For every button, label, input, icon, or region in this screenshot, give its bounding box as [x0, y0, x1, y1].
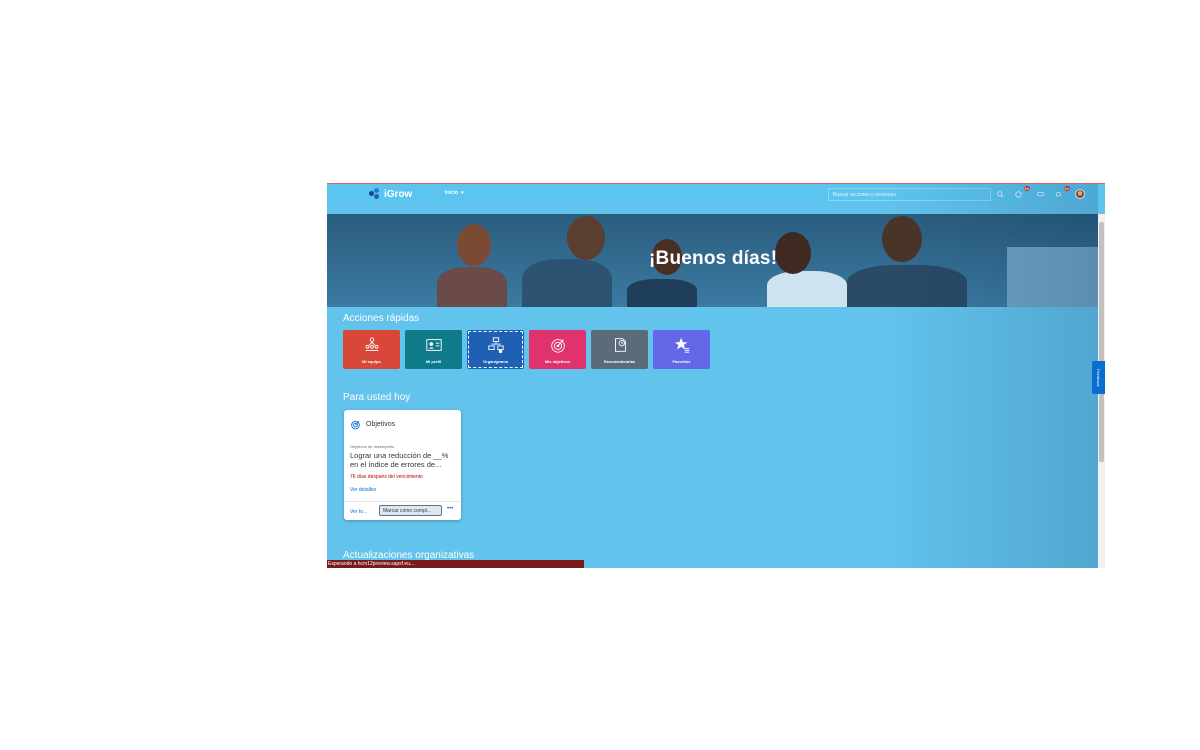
quick-action-my-goals[interactable]: Mis objetivos — [529, 330, 586, 369]
bell-icon[interactable]: 54 — [1053, 186, 1070, 199]
quick-action-label: Organigrama — [483, 358, 508, 364]
approvals-badge: 54 — [1023, 186, 1030, 191]
feedback-tab[interactable]: Feedback — [1092, 361, 1105, 394]
card-title: Objetivos — [366, 421, 396, 428]
quick-action-org-chart[interactable]: Organigrama — [467, 330, 524, 369]
greeting-title: ¡Buenos días! — [649, 248, 778, 269]
quick-action-label: Reconsiderarlas — [603, 358, 636, 364]
quick-action-favorites[interactable]: Favoritos — [653, 330, 710, 369]
target-icon — [550, 338, 565, 353]
quick-action-reconsider[interactable]: Reconsiderarlas — [591, 330, 648, 369]
browser-status-bar: Esperando a hcm12preview.sapsf.eu... — [327, 560, 584, 568]
quick-action-label: Mi perfil — [425, 358, 442, 364]
more-options-icon[interactable]: ••• — [447, 506, 453, 512]
scrollbar-thumb[interactable] — [1099, 222, 1104, 462]
chevron-down-icon: ▾ — [461, 190, 464, 196]
search-input[interactable]: Buscar acciones o personas — [828, 188, 991, 201]
approvals-icon[interactable]: 54 — [1013, 186, 1030, 199]
card-subtitle: Objetivos de desempeño — [350, 444, 395, 449]
user-avatar[interactable] — [1075, 189, 1085, 199]
quick-action-label: Favoritos — [672, 358, 691, 364]
card-header: Objetivos — [350, 419, 395, 430]
home-nav-label: Inicio — [445, 190, 459, 196]
app-window: iGrow Inicio ▾ Buscar acciones o persona… — [327, 183, 1105, 568]
goals-card[interactable]: Objetivos Objetivos de desempeño Lograr … — [344, 410, 461, 520]
profile-card-icon — [425, 338, 442, 351]
quick-action-my-profile[interactable]: Mi perfil — [405, 330, 462, 369]
overdue-status: 76 días después del vencimiento — [350, 474, 423, 480]
see-all-link[interactable]: Ver to... — [350, 509, 367, 515]
igrow-logo[interactable]: iGrow — [369, 187, 412, 201]
favorites-icon — [674, 337, 689, 353]
hero-banner: ¡Buenos días! — [327, 214, 1098, 307]
search-placeholder: Buscar acciones o personas — [833, 192, 896, 198]
goal-text: Lograr una reducción de __% en el índice… — [350, 451, 449, 469]
see-details-link[interactable]: Ver detalles — [350, 487, 376, 493]
logo-mark-icon — [369, 188, 381, 200]
for-you-today-title: Para usted hoy — [343, 392, 411, 403]
logo-text: iGrow — [384, 188, 413, 200]
notifications-badge: 54 — [1063, 186, 1070, 191]
home-nav-menu[interactable]: Inicio ▾ — [445, 190, 464, 196]
top-bar: iGrow Inicio ▾ Buscar acciones o persona… — [327, 184, 1105, 204]
org-chart-icon — [487, 336, 504, 353]
header-icons: 54 54 — [995, 186, 1085, 200]
mark-complete-button[interactable]: Marcar como compl... — [379, 505, 442, 516]
quick-action-my-team[interactable]: Mi equipo — [343, 330, 400, 369]
quick-action-label: Mis objetivos — [544, 358, 571, 364]
quick-actions-title: Acciones rápidas — [343, 313, 420, 324]
card-footer: Ver to... Marcar como compl... ••• — [344, 501, 461, 520]
target-icon — [351, 420, 360, 430]
team-icon — [365, 336, 378, 351]
chat-icon[interactable] — [1035, 189, 1045, 199]
history-icon — [614, 337, 626, 352]
quick-action-label: Mi equipo — [362, 358, 381, 364]
search-icon[interactable] — [995, 189, 1005, 199]
